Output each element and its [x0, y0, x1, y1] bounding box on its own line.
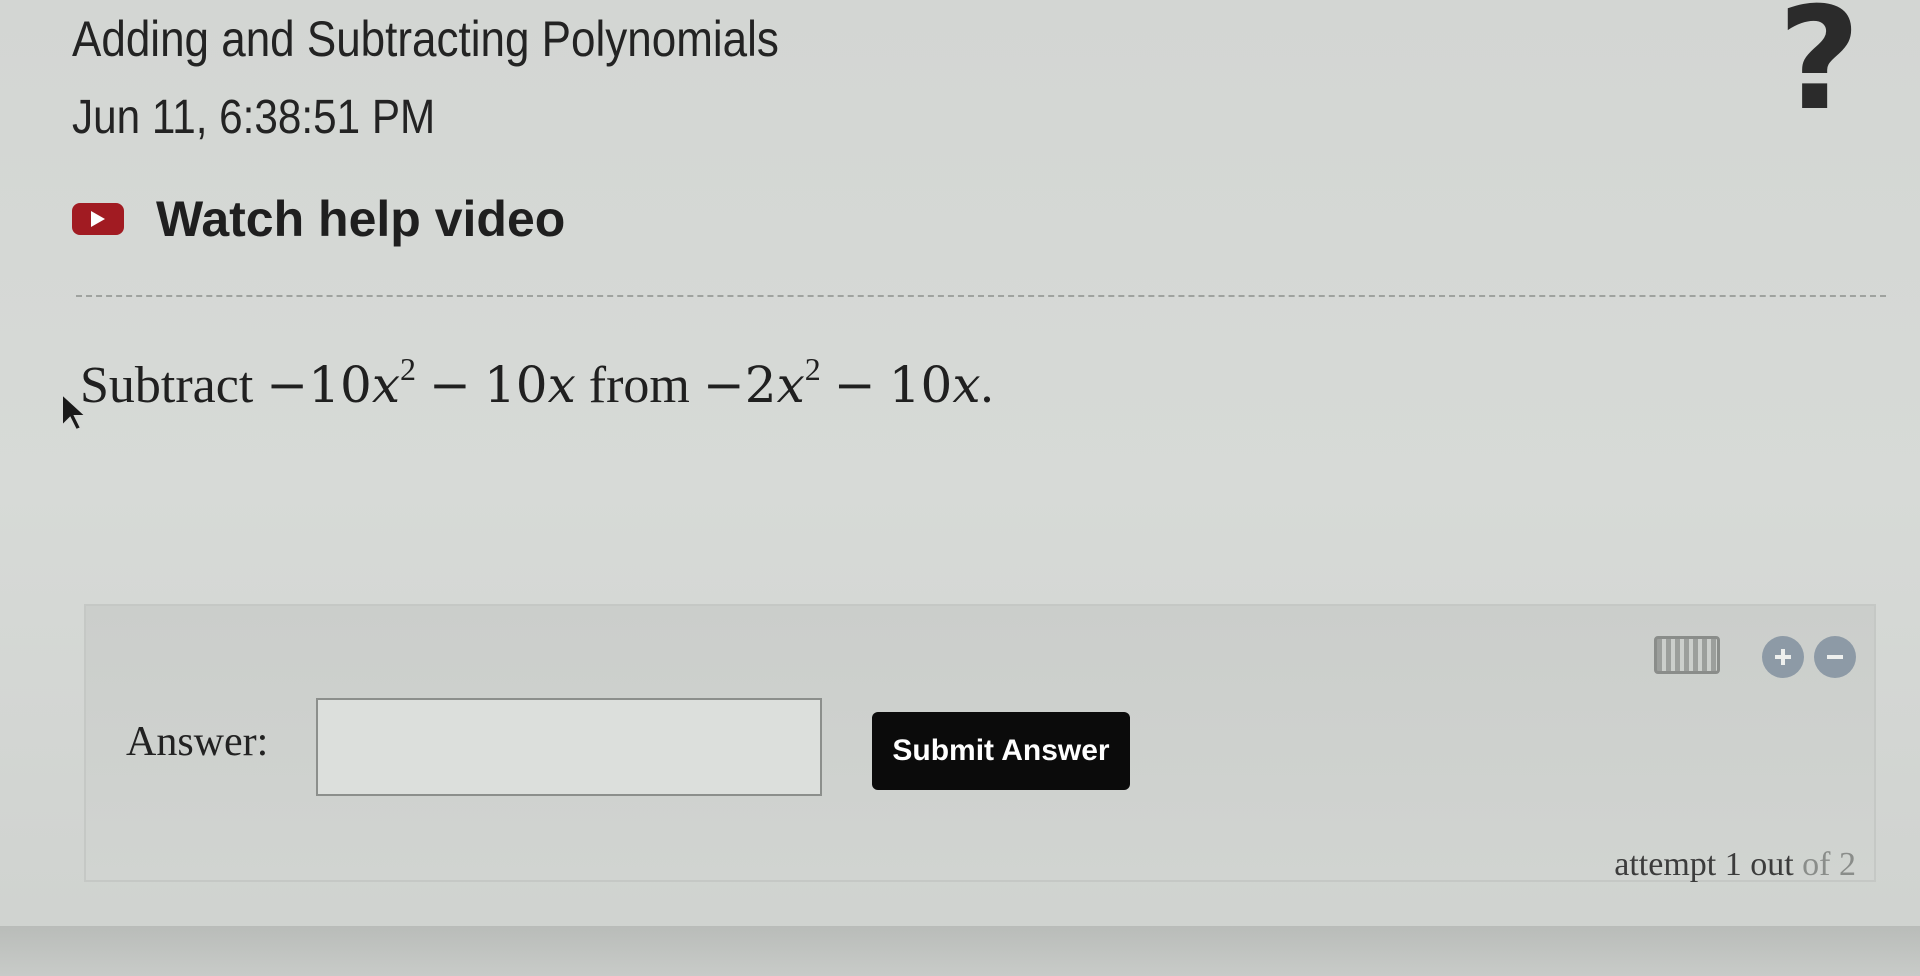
keyboard-icon[interactable]	[1654, 636, 1720, 674]
question-period: .	[980, 357, 994, 414]
answer-label: Answer:	[126, 719, 269, 765]
page-title: Adding and Subtracting Polynomials	[72, 11, 779, 67]
expr2-minus: −	[702, 356, 745, 414]
section-divider	[76, 295, 1886, 297]
answer-input[interactable]	[316, 698, 822, 796]
mouse-cursor-icon	[61, 392, 89, 432]
timestamp: Jun 11, 6:38:51 PM	[72, 91, 436, 144]
expr1-variable: x	[371, 356, 401, 414]
expr2-variable: x	[776, 356, 805, 414]
page: Adding and Subtracting Polynomials Jun 1…	[0, 0, 1920, 926]
answer-panel: Answer: Submit Answer attempt 1 out of 2	[84, 604, 1876, 884]
expr2-operator: −	[833, 356, 876, 414]
attempt-prefix: attempt 1 out	[1614, 846, 1794, 883]
bottom-edge	[0, 926, 1920, 976]
expr1-coefficient-1: 10	[308, 356, 372, 414]
zoom-out-icon[interactable]	[1814, 636, 1856, 678]
question-verb: Subtract	[80, 357, 254, 414]
watch-help-video-link[interactable]: Watch help video	[72, 190, 565, 248]
submit-answer-button[interactable]: Submit Answer	[872, 712, 1130, 790]
help-question-icon[interactable]: ?	[1778, 0, 1860, 131]
expr1-minus: −	[266, 356, 309, 414]
expr2-coefficient-2: 10	[888, 356, 953, 414]
expr2-variable-2: x	[952, 356, 981, 414]
question-text: Subtract −10x2 − 10x from −2x2 − 10x.	[80, 353, 994, 415]
expr2-coefficient-1: 2	[744, 356, 777, 414]
attempt-suffix: of 2	[1802, 846, 1856, 883]
attempt-counter: attempt 1 out of 2	[1614, 846, 1856, 884]
expr1-coefficient-2: 10	[483, 356, 548, 414]
watch-help-video-label: Watch help video	[156, 191, 566, 247]
expr1-variable-2: x	[547, 356, 576, 414]
zoom-in-icon[interactable]	[1762, 636, 1804, 678]
expr1-exponent: 2	[400, 351, 417, 387]
expr1-operator: −	[429, 356, 471, 414]
play-video-icon	[72, 203, 124, 235]
expr2-exponent: 2	[804, 351, 821, 387]
question-connector: from	[588, 357, 690, 414]
